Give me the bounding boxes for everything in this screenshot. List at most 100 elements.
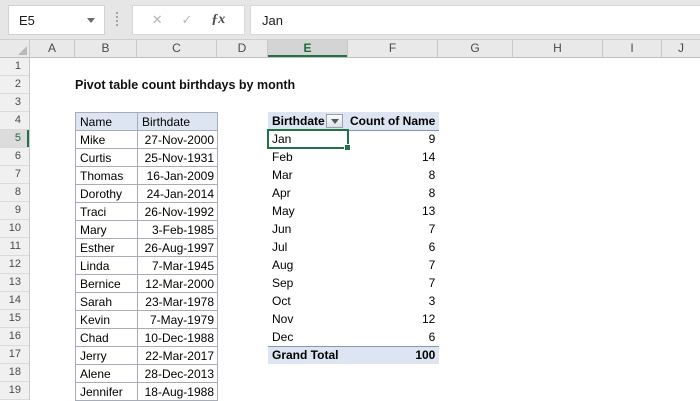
- pivot-count-cell[interactable]: 8: [348, 166, 439, 184]
- pivot-month-cell[interactable]: Nov: [268, 310, 348, 328]
- pivot-month-cell[interactable]: Aug: [268, 256, 348, 274]
- pivot-month-cell[interactable]: Feb: [268, 148, 348, 166]
- row-header-9[interactable]: 9: [0, 202, 30, 220]
- column-header-c[interactable]: C: [137, 40, 217, 57]
- row-header-1[interactable]: 1: [0, 58, 30, 76]
- pivot-month-cell[interactable]: Mar: [268, 166, 348, 184]
- source-name-cell[interactable]: Esther: [75, 238, 138, 257]
- pivot-count-cell[interactable]: 7: [348, 256, 439, 274]
- select-all-corner[interactable]: [0, 40, 30, 57]
- column-header-b[interactable]: B: [75, 40, 137, 57]
- source-name-cell[interactable]: Sarah: [75, 292, 138, 311]
- pivot-filter-dropdown-button[interactable]: [326, 114, 343, 128]
- grand-total-label-cell[interactable]: Grand Total: [268, 345, 348, 364]
- pivot-count-cell[interactable]: 13: [348, 202, 439, 220]
- row-header-14[interactable]: 14: [0, 292, 30, 310]
- pivot-month-cell[interactable]: May: [268, 202, 348, 220]
- pivot-count-cell[interactable]: 12: [348, 310, 439, 328]
- insert-function-icon[interactable]: ƒx: [211, 12, 225, 28]
- source-birthdate-cell[interactable]: 10-Dec-1988: [137, 328, 218, 347]
- source-birthdate-cell[interactable]: 28-Dec-2013: [137, 364, 218, 383]
- row-header-8[interactable]: 8: [0, 184, 30, 202]
- row-header-4[interactable]: 4: [0, 112, 30, 130]
- source-name-cell[interactable]: Mike: [75, 130, 138, 149]
- source-name-cell[interactable]: Alene: [75, 364, 138, 383]
- row-header-16[interactable]: 16: [0, 328, 30, 346]
- source-birthdate-cell[interactable]: 12-Mar-2000: [137, 274, 218, 293]
- row-header-11[interactable]: 11: [0, 238, 30, 256]
- pivot-month-cell[interactable]: Dec: [268, 328, 348, 346]
- source-name-cell[interactable]: Dorothy: [75, 184, 138, 203]
- formula-input[interactable]: Jan: [250, 5, 700, 35]
- source-birthdate-cell[interactable]: 16-Jan-2009: [137, 166, 218, 185]
- source-name-cell[interactable]: Mary: [75, 220, 138, 239]
- pivot-count-cell[interactable]: 3: [348, 292, 439, 310]
- source-birthdate-cell[interactable]: 23-Mar-1978: [137, 292, 218, 311]
- row-header-15[interactable]: 15: [0, 310, 30, 328]
- column-header-e[interactable]: E: [268, 40, 348, 57]
- row-header-13[interactable]: 13: [0, 274, 30, 292]
- sheet-title: Pivot table count birthdays by month: [75, 78, 296, 92]
- column-header-j[interactable]: J: [662, 40, 700, 57]
- name-box[interactable]: E5: [8, 5, 105, 35]
- cancel-icon[interactable]: ✕: [152, 12, 163, 28]
- row-header-10[interactable]: 10: [0, 220, 30, 238]
- pivot-month-cell[interactable]: Jan: [268, 130, 348, 148]
- source-birthdate-cell[interactable]: 22-Mar-2017: [137, 346, 218, 365]
- source-name-cell[interactable]: Chad: [75, 328, 138, 347]
- row-header-2[interactable]: 2: [0, 76, 30, 94]
- source-birthdate-cell[interactable]: 7-May-1979: [137, 310, 218, 329]
- row-header-17[interactable]: 17: [0, 346, 30, 364]
- enter-icon[interactable]: ✓: [182, 12, 193, 28]
- source-name-cell[interactable]: Linda: [75, 256, 138, 275]
- source-name-cell[interactable]: Traci: [75, 202, 138, 221]
- pivot-month-cell[interactable]: Oct: [268, 292, 348, 310]
- row-header-5[interactable]: 5: [0, 130, 30, 148]
- source-name-cell[interactable]: Jennifer: [75, 382, 138, 401]
- pivot-month-cell[interactable]: Jul: [268, 238, 348, 256]
- row-header-7[interactable]: 7: [0, 166, 30, 184]
- source-name-cell[interactable]: Kevin: [75, 310, 138, 329]
- pivot-count-cell[interactable]: 6: [348, 238, 439, 256]
- source-name-cell[interactable]: Jerry: [75, 346, 138, 365]
- source-birthdate-cell[interactable]: 27-Nov-2000: [137, 130, 218, 149]
- source-birthdate-cell[interactable]: 3-Feb-1985: [137, 220, 218, 239]
- pivot-row-field-header-cell[interactable]: Birthdate: [268, 112, 348, 131]
- pivot-count-cell[interactable]: 6: [348, 328, 439, 346]
- pivot-value-field-header-cell[interactable]: Count of Name: [348, 112, 440, 131]
- source-birthdate-cell[interactable]: 25-Nov-1931: [137, 148, 218, 167]
- source-name-cell[interactable]: Bernice: [75, 274, 138, 293]
- column-header-h[interactable]: H: [513, 40, 603, 57]
- row-header-3[interactable]: 3: [0, 94, 30, 112]
- row-header-18[interactable]: 18: [0, 364, 30, 382]
- column-header-g[interactable]: G: [438, 40, 513, 57]
- pivot-table: Birthdate Count of Name Jan 9 Feb 14 Mar…: [268, 112, 440, 364]
- source-birthdate-cell[interactable]: 18-Aug-1988: [137, 382, 218, 401]
- row-header-19[interactable]: 19: [0, 382, 30, 400]
- pivot-count-cell[interactable]: 7: [348, 274, 439, 292]
- pivot-month-cell[interactable]: Jun: [268, 220, 348, 238]
- pivot-row: Dec 6: [268, 328, 439, 346]
- column-header-d[interactable]: D: [217, 40, 268, 57]
- source-birthdate-cell[interactable]: 26-Aug-1997: [137, 238, 218, 257]
- pivot-count-cell[interactable]: 8: [348, 184, 439, 202]
- name-box-dropdown-icon[interactable]: [87, 17, 95, 23]
- source-birthdate-cell[interactable]: 24-Jan-2014: [137, 184, 218, 203]
- grand-total-value-cell[interactable]: 100: [348, 345, 440, 364]
- source-birthdate-cell[interactable]: 7-Mar-1945: [137, 256, 218, 275]
- pivot-count-cell[interactable]: 9: [348, 130, 439, 148]
- source-birthdate-header-cell[interactable]: Birthdate: [137, 112, 218, 131]
- pivot-count-cell[interactable]: 7: [348, 220, 439, 238]
- row-header-6[interactable]: 6: [0, 148, 30, 166]
- source-birthdate-cell[interactable]: 26-Nov-1992: [137, 202, 218, 221]
- column-header-i[interactable]: I: [603, 40, 662, 57]
- column-header-f[interactable]: F: [348, 40, 438, 57]
- row-header-12[interactable]: 12: [0, 256, 30, 274]
- source-name-header-cell[interactable]: Name: [75, 112, 138, 131]
- source-name-cell[interactable]: Thomas: [75, 166, 138, 185]
- column-header-a[interactable]: A: [30, 40, 75, 57]
- pivot-month-cell[interactable]: Sep: [268, 274, 348, 292]
- pivot-count-cell[interactable]: 14: [348, 148, 439, 166]
- pivot-month-cell[interactable]: Apr: [268, 184, 348, 202]
- source-name-cell[interactable]: Curtis: [75, 148, 138, 167]
